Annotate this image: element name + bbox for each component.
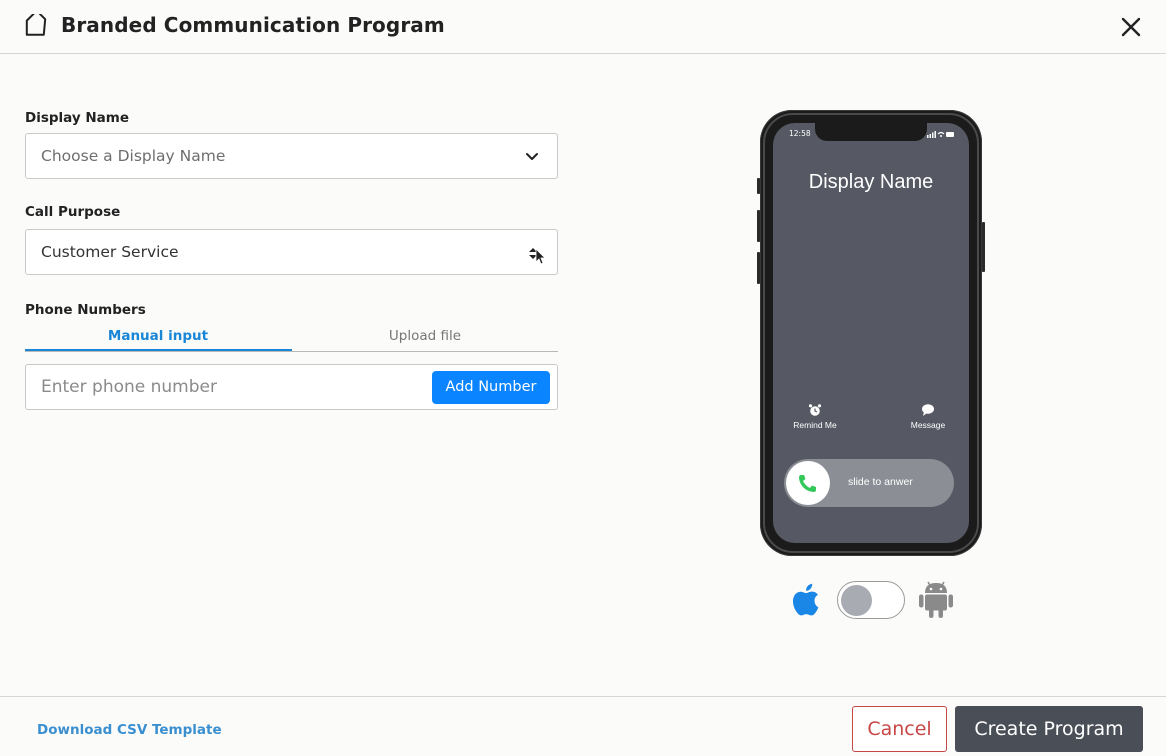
os-toggle-switch[interactable] xyxy=(837,581,905,619)
download-csv-template-link[interactable]: Download CSV Template xyxy=(37,722,222,738)
answer-slider: slide to anwer xyxy=(784,459,954,507)
phone-number-placeholder: Enter phone number xyxy=(41,377,217,397)
phone-call-icon xyxy=(799,475,816,492)
dialog-header: Branded Communication Program xyxy=(0,0,1166,54)
slider-text: slide to anwer xyxy=(848,476,913,488)
status-time: 12:58 xyxy=(789,129,811,138)
cancel-button[interactable]: Cancel xyxy=(852,706,947,752)
display-name-select[interactable]: Choose a Display Name xyxy=(25,133,558,179)
chevron-down-icon xyxy=(526,153,538,160)
caller-display-name: Display Name xyxy=(808,171,934,193)
display-name-label: Display Name xyxy=(25,110,129,126)
message-icon xyxy=(922,404,934,416)
remind-me-label: Remind Me xyxy=(793,420,837,430)
tag-icon xyxy=(25,14,47,36)
phone-power-button xyxy=(982,222,985,272)
tab-manual-input[interactable]: Manual input xyxy=(25,328,291,344)
sort-updown-icon xyxy=(529,248,546,265)
os-toggle-row xyxy=(790,578,960,622)
remind-me-action: Remind Me xyxy=(780,403,850,430)
message-label: Message xyxy=(910,420,946,430)
phone-number-field[interactable]: Enter phone number Add Number xyxy=(25,364,558,410)
dialog-footer: Download CSV Template Cancel Create Prog… xyxy=(0,696,1166,756)
close-icon[interactable] xyxy=(1119,15,1143,39)
add-number-button[interactable]: Add Number xyxy=(432,371,550,404)
display-name-placeholder: Choose a Display Name xyxy=(41,147,226,165)
status-icons xyxy=(927,131,954,138)
phone-preview: 12:58 Display Name Remind Me Message sli… xyxy=(760,110,982,556)
message-action: Message xyxy=(893,403,963,430)
branded-program-dialog: Branded Communication Program Display Na… xyxy=(0,0,1166,756)
phone-numbers-label: Phone Numbers xyxy=(25,302,146,318)
answer-knob xyxy=(786,461,830,505)
phone-screen: 12:58 Display Name Remind Me Message sli… xyxy=(773,123,969,543)
os-toggle-knob xyxy=(841,585,872,616)
call-purpose-select[interactable]: Customer Service xyxy=(25,229,558,275)
phone-notch xyxy=(815,123,927,141)
call-purpose-value: Customer Service xyxy=(41,243,179,261)
tab-upload-file[interactable]: Upload file xyxy=(292,328,558,344)
apple-icon[interactable] xyxy=(790,580,826,618)
phone-input-tabs: Manual input Upload file xyxy=(25,326,558,352)
active-tab-indicator xyxy=(25,349,292,351)
create-program-button[interactable]: Create Program xyxy=(955,706,1143,752)
call-purpose-label: Call Purpose xyxy=(25,204,121,220)
android-icon[interactable] xyxy=(918,579,954,619)
dialog-title: Branded Communication Program xyxy=(61,13,445,37)
alarm-icon xyxy=(808,404,822,416)
